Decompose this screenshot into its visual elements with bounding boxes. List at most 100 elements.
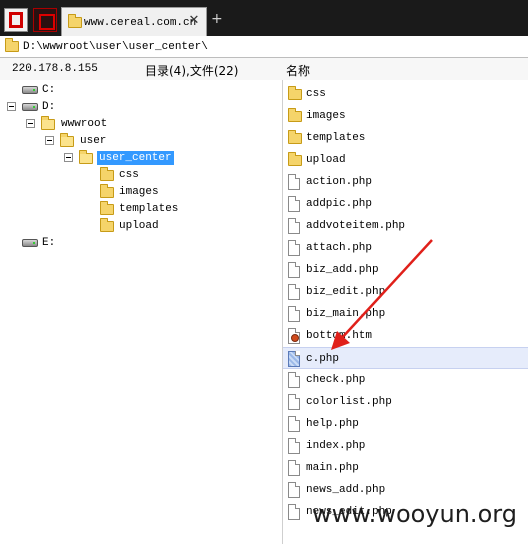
tree-label: upload	[119, 220, 159, 232]
file-name: bottom.htm	[306, 330, 373, 342]
file-row[interactable]: addpic.php	[283, 193, 528, 215]
file-row[interactable]: biz_add.php	[283, 259, 528, 281]
file-name: biz_add.php	[306, 264, 379, 276]
drive-icon	[22, 239, 38, 247]
drive-icon	[22, 86, 38, 94]
tree-label: D:	[42, 101, 56, 113]
tree-folder-upload[interactable]: upload	[98, 218, 178, 234]
tree-folder-user-center[interactable]: user_center	[63, 150, 183, 166]
tree-label-selected: user_center	[97, 151, 174, 165]
folder-icon	[288, 130, 302, 144]
tree-label: templates	[119, 203, 179, 215]
file-name: upload	[306, 154, 346, 166]
file-row[interactable]: addvoteitem.php	[283, 215, 528, 237]
tree-label: C:	[42, 84, 56, 96]
tree-label: user	[80, 135, 107, 147]
file-icon	[288, 438, 300, 454]
file-row[interactable]: attach.php	[283, 237, 528, 259]
file-name: addpic.php	[306, 198, 373, 210]
address-bar[interactable]: D:\wwwroot\user\user_center\	[0, 36, 528, 58]
tab-bar: www.cereal.com.cn ✕ +	[0, 0, 528, 36]
file-row[interactable]: check.php	[283, 369, 528, 391]
folder-icon	[100, 184, 114, 198]
file-list: css images templates upload action.php addpic…	[283, 80, 528, 544]
folder-open-icon	[41, 116, 55, 130]
tree-folder-templates[interactable]: templates	[98, 201, 198, 217]
tree-label: E:	[42, 237, 56, 249]
file-name: news_add.php	[306, 484, 386, 496]
tree-drive-e[interactable]: E:	[20, 235, 80, 251]
file-row[interactable]: index.php	[283, 435, 528, 457]
collapse-icon[interactable]	[64, 153, 73, 162]
folder-icon	[288, 86, 302, 100]
file-icon	[288, 372, 300, 388]
address-path[interactable]: D:\wwwroot\user\user_center\	[23, 41, 208, 53]
file-row[interactable]: news_add.php	[283, 479, 528, 501]
tree-folder-images[interactable]: images	[98, 184, 178, 200]
folder-open-icon	[79, 150, 93, 164]
tree-folder-user[interactable]: user	[44, 133, 124, 149]
file-icon	[288, 351, 300, 367]
folder-icon	[100, 218, 114, 232]
file-icon	[288, 262, 300, 278]
file-row[interactable]: main.php	[283, 457, 528, 479]
new-tab-button[interactable]: +	[211, 12, 223, 26]
file-icon	[288, 460, 300, 476]
file-icon	[288, 196, 300, 212]
collapse-icon[interactable]	[26, 119, 35, 128]
folder-icon	[68, 14, 82, 28]
file-row[interactable]: bottom.htm	[283, 325, 528, 347]
tree-drive-d[interactable]: D:	[6, 99, 86, 115]
file-row[interactable]: biz_main.php	[283, 303, 528, 325]
shell-icon[interactable]	[33, 8, 57, 32]
column-header-name[interactable]: 名称	[286, 62, 310, 79]
file-name: main.php	[306, 462, 359, 474]
tab-label: www.cereal.com.cn	[84, 17, 197, 29]
html-file-icon	[288, 328, 300, 344]
file-icon	[288, 284, 300, 300]
close-icon[interactable]: ✕	[186, 13, 202, 29]
file-name: attach.php	[306, 242, 373, 254]
file-row[interactable]: css	[283, 83, 528, 105]
drive-icon	[22, 103, 38, 111]
collapse-icon[interactable]	[45, 136, 54, 145]
file-icon	[288, 174, 300, 190]
file-icon	[288, 504, 300, 520]
file-row[interactable]: biz_edit.php	[283, 281, 528, 303]
folder-icon	[100, 201, 114, 215]
status-bar: 220.178.8.155 目录(4),文件(22) 名称	[0, 58, 528, 80]
file-icon	[288, 394, 300, 410]
file-row[interactable]: colorlist.php	[283, 391, 528, 413]
tree-folder-css[interactable]: css	[98, 167, 178, 183]
file-row[interactable]: help.php	[283, 413, 528, 435]
folder-tree: C: D: wwwroot user user_center css image…	[0, 80, 282, 544]
directory-summary: 目录(4),文件(22)	[145, 64, 239, 78]
folder-icon	[288, 108, 302, 122]
file-row[interactable]: images	[283, 105, 528, 127]
collapse-icon[interactable]	[7, 102, 16, 111]
folder-icon	[100, 167, 114, 181]
file-name: colorlist.php	[306, 396, 392, 408]
folder-icon	[288, 152, 302, 166]
file-name: images	[306, 110, 346, 122]
tree-label: wwwroot	[61, 118, 108, 130]
tree-label: css	[119, 169, 139, 181]
file-icon	[288, 240, 300, 256]
app-logo-icon[interactable]	[4, 8, 28, 32]
file-row[interactable]: upload	[283, 149, 528, 171]
tree-folder-wwwroot[interactable]: wwwroot	[25, 116, 125, 132]
file-row[interactable]: templates	[283, 127, 528, 149]
file-icon	[288, 482, 300, 498]
tree-drive-c[interactable]: C:	[20, 82, 80, 98]
file-row[interactable]: c.php	[283, 347, 528, 369]
file-icon	[288, 218, 300, 234]
folder-icon	[5, 38, 19, 52]
file-name: check.php	[306, 374, 366, 386]
file-name: index.php	[306, 440, 366, 452]
file-row[interactable]: action.php	[283, 171, 528, 193]
file-name: action.php	[306, 176, 373, 188]
file-name: templates	[306, 132, 366, 144]
file-name: css	[306, 88, 326, 100]
file-name: biz_edit.php	[306, 286, 386, 298]
tab-site[interactable]: www.cereal.com.cn ✕	[61, 7, 207, 36]
